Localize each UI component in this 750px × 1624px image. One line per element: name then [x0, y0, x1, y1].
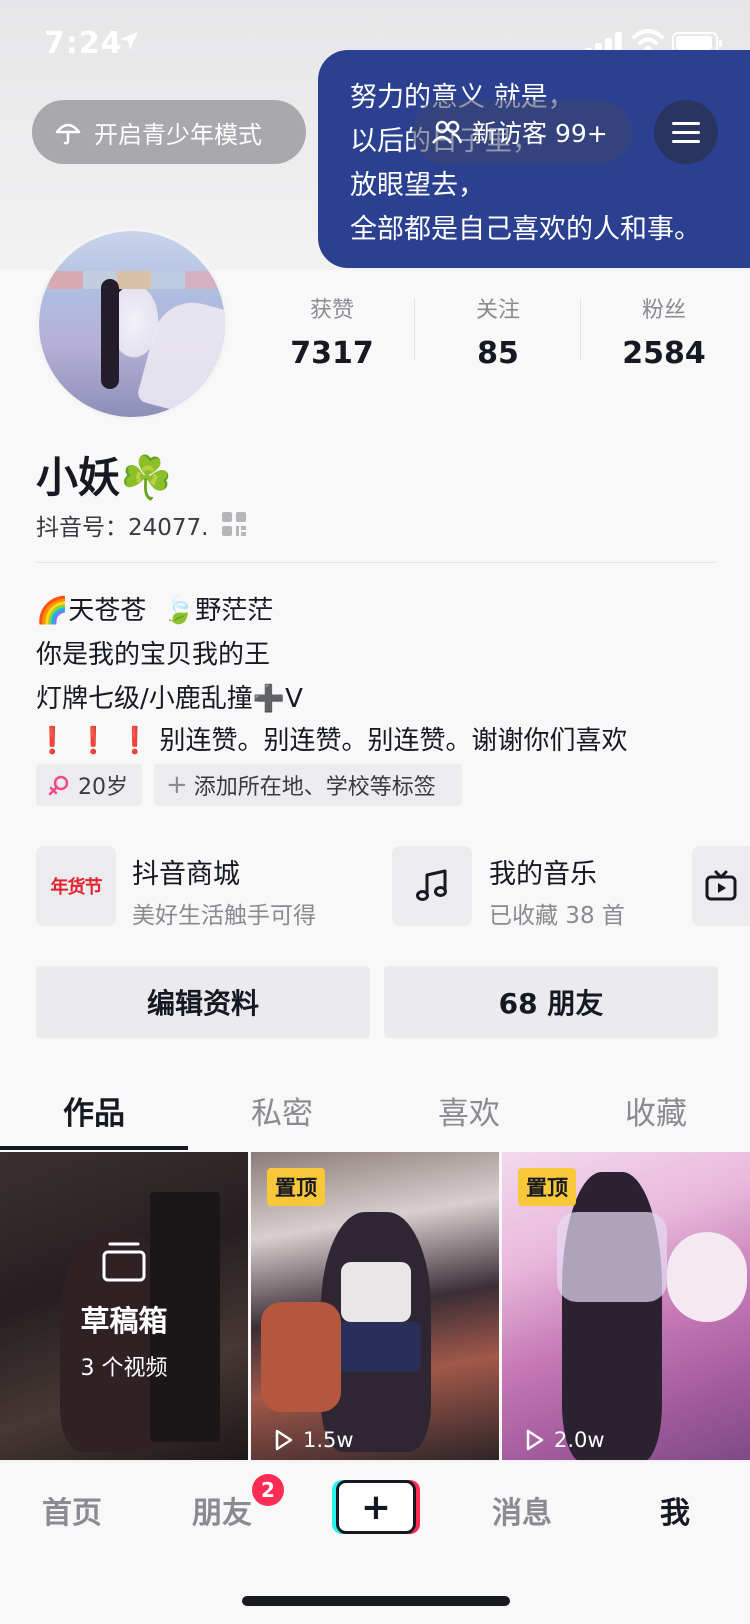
view-count: 2.0w: [554, 1428, 605, 1452]
plus-icon: +: [166, 770, 188, 800]
play-count: 1.5w: [271, 1428, 354, 1452]
stat-label: 粉丝: [641, 298, 686, 323]
female-icon: [48, 775, 69, 796]
stat-likes[interactable]: 获赞 7317: [252, 292, 412, 371]
location-arrow-icon: [120, 32, 138, 50]
bio-line: 你是我的宝贝我的王: [36, 640, 271, 670]
plus-icon: +: [360, 1486, 392, 1528]
video-tv-icon: [705, 870, 737, 901]
profile-name: 小妖☘️: [36, 453, 173, 502]
exclamation-marks: ❗️ ❗️ ❗️: [36, 726, 152, 756]
menu-button[interactable]: [654, 100, 718, 164]
friends-button[interactable]: 68 朋友: [384, 966, 718, 1038]
bio-line: ❗️ ❗️ ❗️ 别连赞。别连赞。别连赞。谢谢你们喜欢: [36, 720, 628, 757]
festival-label: 年货节: [50, 877, 103, 898]
music-icon[interactable]: [392, 846, 472, 926]
menu-icon: [672, 122, 700, 125]
stat-label: 关注: [475, 298, 520, 323]
pinned-badge: 置顶: [267, 1168, 325, 1206]
stat-following[interactable]: 关注 85: [418, 292, 578, 371]
edit-profile-button[interactable]: 编辑资料: [36, 966, 370, 1038]
tab-indicator: [0, 1146, 188, 1150]
douyin-id[interactable]: 抖音号：24077.: [36, 508, 208, 542]
video-tile[interactable]: 置顶 2.0w: [502, 1152, 750, 1462]
mall-icon[interactable]: 年货节: [36, 846, 116, 926]
create-button[interactable]: +: [336, 1480, 416, 1534]
stat-label: 获赞: [309, 298, 354, 323]
visitors-icon: [432, 120, 462, 144]
nav-me[interactable]: 我: [660, 1488, 690, 1532]
play-icon: [275, 1429, 293, 1451]
qr-code-icon[interactable]: [220, 510, 248, 538]
video-tile[interactable]: 置顶 1.5w: [251, 1152, 499, 1462]
bio-line: 🌈天苍苍 🍃野茫茫: [36, 596, 274, 626]
tab-private[interactable]: 私密: [188, 1088, 376, 1133]
stat-value: 85: [477, 336, 519, 371]
nav-messages[interactable]: 消息: [492, 1488, 552, 1532]
divider: [414, 298, 415, 360]
view-count: 1.5w: [303, 1428, 354, 1452]
age-label: 20岁: [78, 775, 128, 800]
umbrella-icon: [55, 123, 81, 145]
bio-line: 灯牌七级/小鹿乱撞➕V: [36, 684, 303, 714]
new-visitors-label: 新访客 99+: [472, 119, 608, 148]
drafts-box-icon: [102, 1242, 146, 1282]
nav-home[interactable]: 首页: [42, 1488, 102, 1532]
drafts-title: 草稿箱: [80, 1304, 168, 1338]
home-indicator: [242, 1596, 510, 1606]
play-icon: [526, 1429, 544, 1451]
mall-title[interactable]: 抖音商城: [132, 852, 240, 891]
teen-mode-button[interactable]: 开启青少年模式: [32, 100, 306, 164]
music-note-icon: [416, 869, 447, 901]
profile-page: 7:24 开启青少年模式 努力的意义 就是， 以后的日子里， 放眼望去， 全部都…: [0, 0, 750, 1624]
drafts-count: 3 个视频: [80, 1356, 168, 1381]
divider: [580, 298, 581, 360]
new-visitors-button[interactable]: 新访客 99+: [412, 100, 632, 164]
stat-value: 7317: [290, 336, 374, 371]
bio-text: 别连赞。别连赞。别连赞。谢谢你们喜欢: [159, 726, 628, 756]
nav-friends[interactable]: 朋友: [192, 1488, 252, 1532]
tv-icon[interactable]: [692, 846, 750, 926]
add-tags-button[interactable]: + 添加所在地、学校等标签: [154, 764, 462, 806]
avatar[interactable]: [36, 228, 228, 420]
mall-subtitle: 美好生活触手可得: [132, 903, 316, 929]
play-count: 2.0w: [522, 1428, 605, 1452]
tab-likes[interactable]: 喜欢: [375, 1088, 563, 1133]
teen-mode-label: 开启青少年模式: [94, 120, 262, 149]
status-time: 7:24: [44, 26, 123, 61]
tab-works[interactable]: 作品: [0, 1088, 188, 1133]
drafts-overlay: 草稿箱 3 个视频: [0, 1240, 248, 1382]
music-title[interactable]: 我的音乐: [489, 852, 597, 891]
divider: [36, 562, 716, 563]
tab-favorites[interactable]: 收藏: [562, 1088, 750, 1133]
stat-value: 2584: [622, 336, 706, 371]
pinned-badge: 置顶: [518, 1168, 576, 1206]
friends-badge: 2: [252, 1474, 284, 1506]
stat-followers[interactable]: 粉丝 2584: [584, 292, 744, 371]
music-subtitle: 已收藏 38 首: [489, 903, 625, 929]
age-tag[interactable]: 20岁: [36, 764, 142, 806]
add-tags-label: 添加所在地、学校等标签: [193, 775, 436, 800]
